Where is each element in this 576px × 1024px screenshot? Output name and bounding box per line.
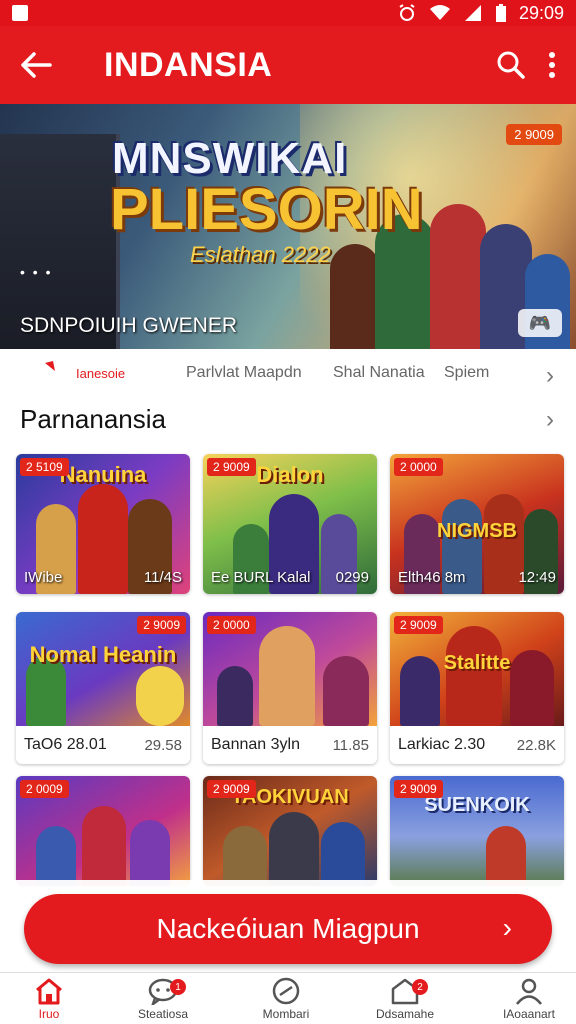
arrow-left-icon <box>21 52 52 78</box>
game-card-value: 12:49 <box>518 569 556 586</box>
section-title: Parnanansia <box>20 404 166 434</box>
game-card[interactable]: SUENKOIK 2 9009 <box>390 776 564 886</box>
app-bar: INDANSIA <box>0 26 576 104</box>
more-vertical-icon[interactable] <box>548 51 556 79</box>
gamepad-icon: 🎮 <box>518 309 562 337</box>
tab-shal-nanatia[interactable]: Shal Nanatia <box>333 364 425 382</box>
game-card-name: IWibe <box>24 569 63 586</box>
game-card-value: 22.8K <box>516 736 556 754</box>
game-card-tag: 2 0000 <box>394 458 443 476</box>
category-tabs: Ianesoie Parlvlat Maapdn Shal Nanatia Sp… <box>0 350 576 398</box>
carousel-dots[interactable]: • • • <box>20 264 52 280</box>
game-card-tag: 2 9009 <box>207 458 256 476</box>
game-card-title: Nomal Heanin <box>29 642 177 667</box>
home-icon <box>36 978 62 1005</box>
alarm-icon <box>399 4 415 21</box>
back-button[interactable] <box>0 26 72 104</box>
nav-label: Iruo <box>38 1007 60 1021</box>
banner-logo-line2: PLIESORIN <box>110 177 423 242</box>
game-card-art: Nomal Heanin 2 9009 <box>16 612 190 726</box>
nav-badge: 2 <box>412 979 428 995</box>
game-card-tag: 2 9009 <box>394 780 443 798</box>
game-card-value: 11.85 <box>332 736 369 754</box>
game-card-tag: 2 9009 <box>137 616 186 634</box>
nav-item-compass[interactable]: Mombari <box>231 977 341 1021</box>
game-card-name: TaO6 28.01 <box>24 736 107 753</box>
game-card[interactable]: TAOKIVUAN 2 9009 <box>203 776 377 886</box>
wifi-icon <box>429 5 450 20</box>
game-card-tag: 2 5109 <box>20 458 69 476</box>
game-card[interactable]: Nomal Heanin 2 9009 TaO6 28.01 29.58 <box>16 612 190 764</box>
game-card-value: 11/4S <box>143 569 182 586</box>
game-card[interactable]: 2 0009 <box>16 776 190 886</box>
battery-icon <box>495 4 506 22</box>
game-card-art: TAOKIVUAN 2 9009 <box>203 776 377 886</box>
bottom-navigation: Iruo 1 Steatiosa Mombari 2 Ddsamahe IAoa… <box>0 972 576 1024</box>
game-card-tag: 2 9009 <box>207 780 256 798</box>
game-card-art: 2 0009 <box>16 776 190 886</box>
game-card-art: Stalitte 2 9009 <box>390 612 564 726</box>
banner-subtitle: SDNPOIUIH GWENER <box>20 314 238 337</box>
nav-item-home[interactable]: Iruo <box>0 977 104 1021</box>
search-icon[interactable] <box>496 50 526 80</box>
game-card-art: 2 0000 <box>203 612 377 726</box>
nav-label: IAoaanart <box>502 1007 556 1021</box>
banner-logo-line3: Eslathan 2222 <box>190 242 331 267</box>
profile-icon <box>516 978 542 1005</box>
game-card-tag: 2 0000 <box>207 616 256 634</box>
status-bar: 29:09 <box>0 0 576 26</box>
signal-icon <box>464 5 481 21</box>
tab-ianesoie[interactable]: Ianesoie <box>76 366 125 381</box>
banner-badge: 2 9009 <box>506 124 562 145</box>
game-card-art: Dialon 2 9009 Ee BURL Kalal 0299 <box>203 454 377 594</box>
game-card-value: 29.58 <box>144 736 182 754</box>
game-card-art: NIGMSB 2 0000 Elth46 8m 12:49 <box>390 454 564 594</box>
nav-item-chat[interactable]: 1 Steatiosa <box>108 977 218 1021</box>
game-card-name: Bannan 3yln <box>211 736 300 753</box>
game-card-art: SUENKOIK 2 9009 <box>390 776 564 886</box>
game-card[interactable]: Nanuina 2 5109 IWibe 11/4S <box>16 454 190 594</box>
game-card-value: 0299 <box>335 569 369 586</box>
compass-icon <box>272 977 300 1005</box>
game-card-tag: 2 9009 <box>394 616 443 634</box>
status-icons: 29:09 <box>397 3 564 24</box>
section-more-chevron-icon[interactable]: › <box>546 406 554 434</box>
game-card-tag: 2 0009 <box>20 780 69 798</box>
game-card[interactable]: NIGMSB 2 0000 Elth46 8m 12:49 <box>390 454 564 594</box>
primary-action-button[interactable]: Nackeóiuan Miagpun › <box>24 894 552 964</box>
nav-label: Ddsamahe <box>375 1007 435 1021</box>
primary-action-label: Nackeóiuan Miagpun <box>156 913 420 944</box>
notification-app-icon <box>12 5 28 21</box>
game-card-title: Stalitte <box>443 652 511 674</box>
game-card-art: Nanuina 2 5109 IWibe 11/4S <box>16 454 190 594</box>
nav-badge: 1 <box>170 979 186 995</box>
tab-marker-icon <box>45 361 55 371</box>
nav-item-box[interactable]: 2 Ddsamahe <box>350 977 460 1021</box>
clock-time: 29:09 <box>518 2 564 23</box>
chevron-right-icon: › <box>502 912 512 943</box>
tabs-scroll-right-icon[interactable]: › <box>546 362 554 390</box>
game-card-name: Elth46 8m <box>398 569 466 586</box>
page-title: INDANSIA <box>104 45 273 84</box>
game-card-title: NIGMSB <box>437 520 517 542</box>
game-card-name: Larkiac 2.30 <box>398 736 486 753</box>
game-card[interactable]: Stalitte 2 9009 Larkiac 2.30 22.8K <box>390 612 564 764</box>
nav-label: Steatiosa <box>137 1007 189 1021</box>
nav-label: Mombari <box>262 1007 310 1021</box>
hero-banner[interactable]: MNSWIKAI PLIESORIN Eslathan 2222 • • • S… <box>0 104 576 349</box>
tab-spiem[interactable]: Spiem <box>444 364 489 382</box>
game-card[interactable]: Dialon 2 9009 Ee BURL Kalal 0299 <box>203 454 377 594</box>
nav-item-profile[interactable]: IAoaanart <box>474 977 576 1021</box>
game-card-name: Ee BURL Kalal <box>211 569 311 586</box>
tab-parlvlat-maapdn[interactable]: Parlvlat Maapdn <box>186 364 302 382</box>
game-card[interactable]: 2 0000 Bannan 3yln 11.85 <box>203 612 377 764</box>
